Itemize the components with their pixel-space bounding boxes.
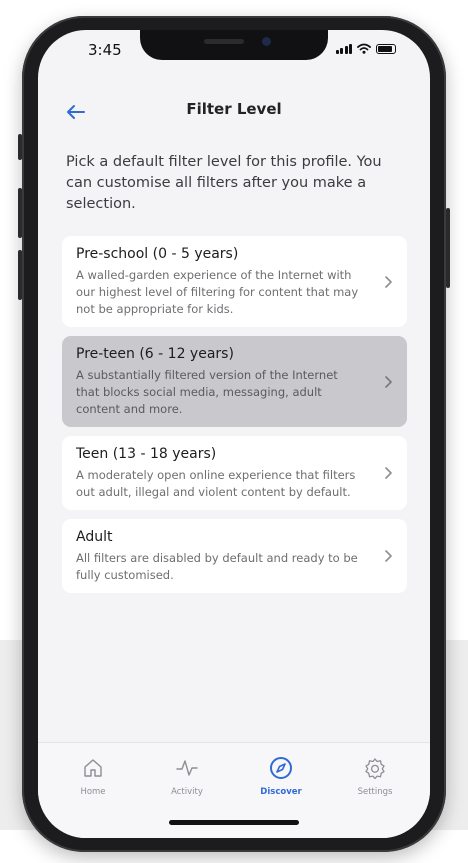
option-description: A substantially filtered version of the … <box>76 368 338 416</box>
speaker-grille <box>204 39 244 44</box>
tab-label: Settings <box>357 787 393 797</box>
filter-options: Pre-school (0 - 5 years) A walled-garden… <box>62 236 407 602</box>
option-description: All filters are disabled by default and … <box>76 551 358 582</box>
mute-switch <box>18 134 22 160</box>
battery-icon <box>376 44 396 54</box>
status-time: 3:45 <box>88 41 122 59</box>
signal-icon <box>335 43 352 54</box>
option-description: A moderately open online experience that… <box>76 468 356 499</box>
option-title: Adult <box>76 529 113 545</box>
power-button <box>446 208 450 288</box>
phone-frame: 3:45 Filter Level Pick a default filter … <box>18 16 450 852</box>
chevron-right-icon <box>381 375 395 389</box>
phone-screen: 3:45 Filter Level Pick a default filter … <box>38 30 430 838</box>
wifi-icon <box>357 43 371 54</box>
tab-label: Activity <box>171 787 203 797</box>
option-description: A walled-garden experience of the Intern… <box>76 268 359 316</box>
option-title: Teen (13 - 18 years) <box>76 446 217 462</box>
chevron-right-icon <box>381 275 395 289</box>
front-camera <box>262 37 271 46</box>
tab-discover[interactable]: Discover <box>246 755 316 797</box>
page-title: Filter Level <box>186 100 282 118</box>
option-title: Pre-school (0 - 5 years) <box>76 246 239 262</box>
header: Filter Level <box>38 94 430 130</box>
tab-activity[interactable]: Activity <box>152 755 222 797</box>
status-icons <box>335 43 396 54</box>
chevron-right-icon <box>381 466 395 480</box>
volume-down-button <box>18 250 22 300</box>
notch <box>140 30 328 60</box>
option-pre-teen[interactable]: Pre-teen (6 - 12 years) A substantially … <box>62 336 407 427</box>
intro-text: Pick a default filter level for this pro… <box>66 154 382 212</box>
home-indicator <box>169 820 299 825</box>
tab-settings[interactable]: Settings <box>340 755 410 797</box>
activity-icon <box>176 760 198 776</box>
option-pre-school[interactable]: Pre-school (0 - 5 years) A walled-garden… <box>62 236 407 327</box>
option-teen[interactable]: Teen (13 - 18 years) A moderately open o… <box>62 436 407 510</box>
gear-icon <box>365 758 385 779</box>
home-icon <box>84 759 102 777</box>
tab-label: Home <box>80 787 106 797</box>
option-adult[interactable]: Adult All filters are disabled by defaul… <box>62 519 407 593</box>
volume-up-button <box>18 188 22 238</box>
tab-home[interactable]: Home <box>58 755 128 797</box>
tab-label: Discover <box>260 787 302 797</box>
option-title: Pre-teen (6 - 12 years) <box>76 346 234 362</box>
compass-icon <box>270 757 292 779</box>
chevron-right-icon <box>381 549 395 563</box>
